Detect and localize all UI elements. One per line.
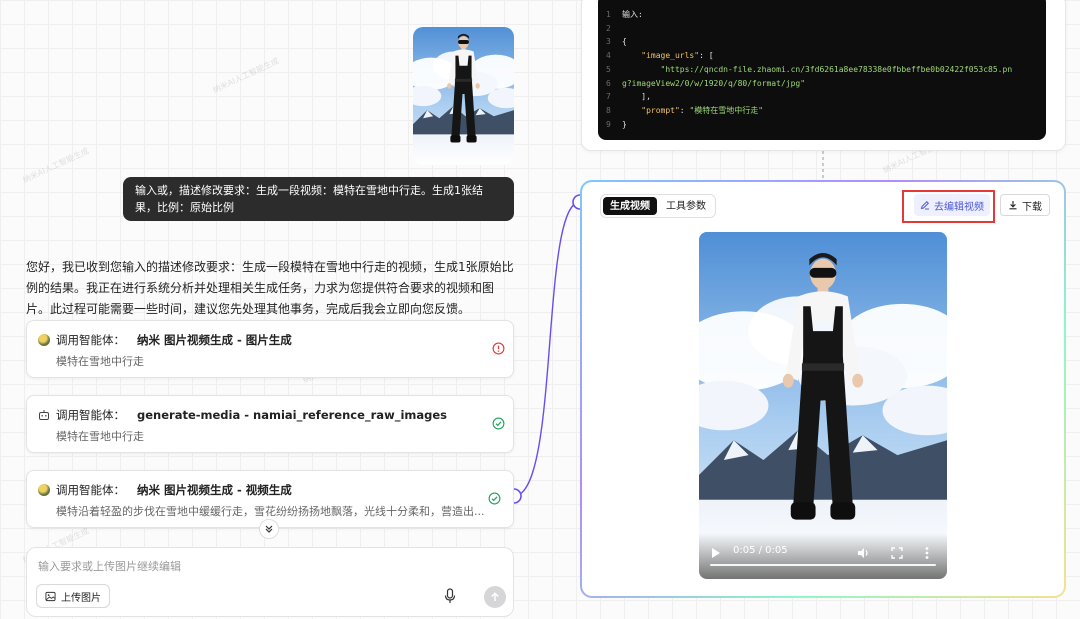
- user-message-bubble: 输入或，描述修改要求：生成一段视频：模特在雪地中行走。生成1张结果，比例：原始比…: [123, 177, 514, 221]
- code-line-number: 6: [606, 78, 611, 88]
- edit-video-button[interactable]: 去编辑视频: [914, 194, 990, 216]
- code-line-text: {: [622, 37, 627, 47]
- agent-call-prefix: 调用智能体：: [56, 483, 125, 497]
- result-tabs: 生成视频 工具参数: [600, 194, 716, 218]
- code-line-number: 2: [606, 23, 611, 33]
- play-icon[interactable]: [711, 547, 721, 559]
- avatar-icon: [38, 334, 50, 346]
- video-controls: 0:05 / 0:05: [699, 533, 947, 579]
- agent-call-desc: 模特在雪地中行走: [56, 355, 144, 368]
- video-progress-bar[interactable]: [710, 564, 936, 566]
- user-message-text: 输入或，描述修改要求：生成一段视频：模特在雪地中行走。生成1张结果，比例：原始比…: [135, 184, 483, 214]
- code-line-number: 4: [606, 51, 611, 61]
- code-line: 6 g?imageView2/0/w/1920/q/80/format/jpg": [598, 77, 1046, 91]
- chat-input-box: 上传图片: [26, 547, 514, 617]
- image-icon: [45, 591, 56, 601]
- model-in-snow-photo: [413, 27, 514, 165]
- avatar-icon: [38, 484, 50, 496]
- video-player[interactable]: 0:05 / 0:05: [699, 232, 947, 579]
- code-line-number: 5: [606, 64, 611, 74]
- code-line: 8 "prompt": "模特在雪地中行走": [598, 104, 1046, 118]
- code-line: 3{: [598, 35, 1046, 49]
- upload-image-button[interactable]: 上传图片: [36, 584, 110, 608]
- fullscreen-icon[interactable]: [891, 547, 903, 559]
- assistant-message: 您好，我已收到您输入的描述修改要求：生成一段模特在雪地中行走的视频，生成1张原始…: [26, 257, 516, 320]
- code-line-number: 9: [606, 119, 611, 129]
- video-result-card: 生成视频 工具参数 去编辑视频 下载 0:05 / 0:05: [580, 180, 1066, 598]
- code-line-text: "prompt": "模特在雪地中行走": [641, 105, 764, 115]
- chat-input[interactable]: [38, 557, 438, 575]
- assistant-message-text: 您好，我已收到您输入的描述修改要求：生成一段模特在雪地中行走的视频，生成1张原始…: [26, 260, 514, 316]
- volume-icon[interactable]: [857, 547, 870, 559]
- code-line-number: 8: [606, 105, 611, 115]
- agent-call-prefix: 调用智能体：: [56, 408, 125, 422]
- code-line: 5 "https://qncdn-file.zhaomi.cn/3fd6261a…: [598, 63, 1046, 77]
- download-icon: [1009, 201, 1017, 210]
- edit-video-label: 去编辑视频: [934, 201, 984, 213]
- watermark: 纳米AI人工智能生成: [21, 146, 91, 185]
- agent-name: 纳米 图片视频生成 - 图片生成: [137, 333, 292, 347]
- agent-call-desc: 模特在雪地中行走: [56, 430, 144, 443]
- agent-name: generate-media - namiai_reference_raw_im…: [137, 408, 448, 422]
- microphone-icon[interactable]: [443, 588, 457, 604]
- model-walking-video-frame: [699, 232, 947, 579]
- robot-icon: [39, 410, 49, 420]
- agent-call-card[interactable]: 调用智能体： 纳米 图片视频生成 - 图片生成 模特在雪地中行走: [26, 320, 514, 378]
- code-line-text: "https://qncdn-file.zhaomi.cn/3fd6261a8e…: [622, 64, 1013, 74]
- agent-call-desc: 模特沿着轻盈的步伐在雪地中缓缓行走，雪花纷纷扬扬地飘落，光线十分柔和，营造出..…: [56, 505, 485, 518]
- code-line: 9}: [598, 118, 1046, 132]
- code-line-text: ],: [622, 92, 651, 102]
- upload-image-label: 上传图片: [61, 592, 101, 604]
- error-icon: [492, 342, 505, 355]
- code-line-text: }: [622, 119, 627, 129]
- watermark: 纳米AI人工智能生成: [211, 56, 281, 95]
- check-circle-icon: [488, 492, 501, 505]
- code-line-number: 3: [606, 37, 611, 47]
- arrow-up-icon: [491, 592, 499, 601]
- tab-generate-video[interactable]: 生成视频: [603, 197, 657, 215]
- agent-call-prefix: 调用智能体：: [56, 333, 125, 347]
- code-line-text: 输入:: [622, 10, 643, 19]
- code-line: 4 "image_urls": [: [598, 49, 1046, 63]
- code-block: 1 输入: 2 3{4 "image_urls": [5 "https://qncdn…: [598, 0, 1046, 140]
- code-line-text: g?imageView2/0/w/1920/q/80/format/jpg": [622, 78, 806, 88]
- chevron-double-down-icon: [265, 525, 273, 533]
- code-line: 2: [598, 22, 1046, 36]
- send-button[interactable]: [484, 586, 506, 608]
- expand-button[interactable]: [259, 519, 279, 539]
- code-line: 1 输入:: [598, 8, 1046, 22]
- download-label: 下载: [1022, 201, 1042, 213]
- code-line-number: 7: [606, 92, 611, 102]
- video-time: 0:05 / 0:05: [733, 545, 788, 556]
- check-circle-icon: [492, 417, 505, 430]
- user-uploaded-image[interactable]: [413, 27, 514, 165]
- more-options-icon[interactable]: [925, 546, 929, 560]
- code-line-text: "image_urls": [: [641, 51, 714, 61]
- code-line-number: 1: [606, 10, 611, 19]
- tab-tool-params[interactable]: 工具参数: [659, 197, 713, 215]
- agent-call-card[interactable]: 调用智能体： generate-media - namiai_reference…: [26, 395, 514, 453]
- download-button[interactable]: 下载: [1000, 194, 1050, 216]
- agent-name: 纳米 图片视频生成 - 视频生成: [137, 483, 292, 497]
- code-line: 7 ],: [598, 90, 1046, 104]
- pencil-icon: [920, 200, 930, 210]
